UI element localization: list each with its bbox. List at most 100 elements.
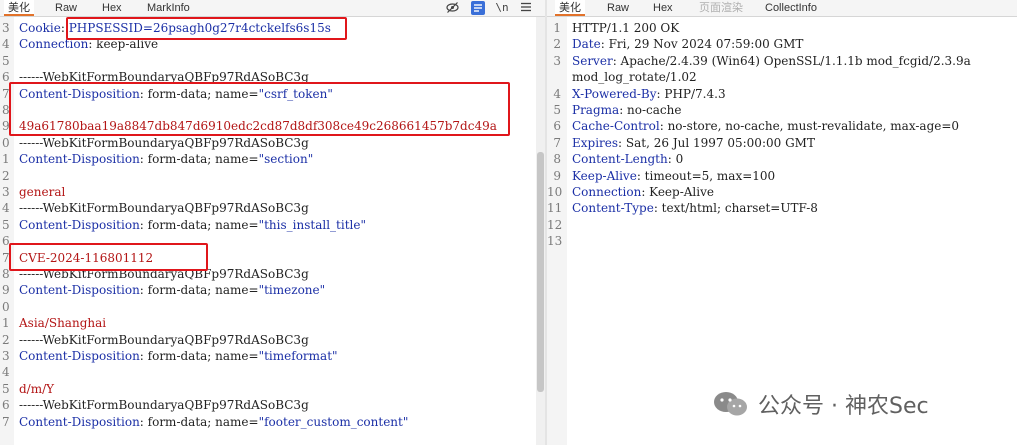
code-text: Content-Disposition: form-data; name="th… [19,217,366,232]
header-value: form-data; name= [147,349,259,363]
header-value: ------WebKitFormBoundaryaQBFp97RdASoBC3g [19,135,309,150]
tab-markinfo[interactable]: MarkInfo [147,0,190,16]
header-value: 0 [675,152,684,167]
line-number: 1 [553,21,561,35]
body-value: 49a61780baa19a8847db847d6910edc2cd87d8df… [19,119,497,134]
header-value: text/html; charset=UTF-8 [661,201,818,216]
header-key: Content-Disposition [19,283,140,298]
tab-beautify[interactable]: 美化 [4,0,34,16]
code-text: Content-Type: text/html; charset=UTF-8 [572,201,818,216]
line-number: 5 [553,103,561,117]
line-number: 0 [2,299,10,314]
code-line: 2 [0,168,545,184]
hamburger-menu-icon[interactable] [519,1,533,15]
header-key: Server [572,53,613,68]
header-value: Apache/2.4.39 (Win64) OpenSSL/1.1.1b mod… [620,53,971,68]
line-number: 3 [2,349,10,363]
line-list-icon[interactable] [471,1,485,15]
header-value: form-data; name= [147,283,259,298]
code-line: 9 49a61780baa19a8847db847d6910edc2cd87d8d… [0,118,545,134]
line-number: 0 [2,135,10,150]
field-name: "section" [258,152,314,167]
header-value: PHPSESSID=26psagh0g27r4ctckelfs6s15s [68,21,331,35]
line-number: 8 [553,152,561,167]
code-line: 3 Content-Disposition: form-data; name="t… [0,348,545,364]
code-text: ------WebKitFormBoundaryaQBFp97RdASoBC3g [19,266,309,282]
code-line: 4 ------WebKitFormBoundaryaQBFp97RdASoBC3… [0,200,545,216]
code-line: 3 general [0,184,545,200]
code-text: ------WebKitFormBoundaryaQBFp97RdASoBC3g [19,332,309,348]
line-number: 8 [2,267,10,281]
tab-raw[interactable]: Raw [55,0,77,16]
request-scrollbar[interactable] [536,17,545,445]
code-text: ------WebKitFormBoundaryaQBFp97RdASoBC3g [19,69,309,85]
tab-hex[interactable]: Hex [102,0,122,16]
line-number: 6 [2,70,10,85]
code-line: 0 ------WebKitFormBoundaryaQBFp97RdASoBC3… [0,135,545,151]
line-number: 6 [2,398,10,413]
header-value: no-store, no-cache, must-revalidate, max… [667,119,960,134]
line-number: 12 [547,217,563,232]
line-number: 3 [2,21,10,35]
scroll-thumb[interactable] [537,152,544,392]
line-number: 9 [2,119,10,134]
code-line: 1 Content-Disposition: form-data; name="s… [0,151,545,167]
code-line: 8 [0,102,545,118]
header-value: PHP/7.4.3 [664,86,726,101]
line-number: 4 [553,86,561,101]
code-line: 2 ------WebKitFormBoundaryaQBFp97RdASoBC3… [0,332,545,348]
code-text: Cache-Control: no-store, no-cache, must-… [572,119,960,134]
line-number: 13 [547,234,563,249]
code-text: Keep-Alive: timeout=5, max=100 [572,168,776,183]
code-text: Server: Apache/2.4.39 (Win64) OpenSSL/1.… [572,53,971,68]
code-line: 6 ------WebKitFormBoundaryaQBFp97RdASoBC3… [0,69,545,85]
tab-raw[interactable]: Raw [607,0,629,16]
request-editor[interactable]: 3 Cookie: PHPSESSID=26psagh0g27r4ctckelfs… [0,17,545,445]
header-key: Content-Type [572,201,654,216]
line-number: 6 [553,119,561,134]
request-pane: 美化 Raw Hex MarkInfo \n 3 Cookie: PHPSESSI… [0,0,545,445]
line-number: 2 [2,168,10,183]
response-editor[interactable]: 1 HTTP/1.1 200 OK 2 Date: Fri, 29 Nov 2024 … [547,17,1017,445]
code-line: 1 HTTP/1.1 200 OK [547,20,1017,36]
field-name: "timezone" [258,283,326,298]
code-line: 11 Content-Type: text/html; charset=UTF-8 [547,200,1017,216]
tab-beautify[interactable]: 美化 [555,0,585,16]
header-value: form-data; name= [147,86,259,101]
line-number: 4 [2,37,10,52]
eye-slash-icon[interactable] [445,1,459,15]
header-value: ------WebKitFormBoundaryaQBFp97RdASoBC3g [19,267,309,281]
code-line: 4 [0,364,545,380]
header-value: timeout=5, max=100 [644,168,776,183]
line-number: 9 [2,283,10,298]
code-text: Expires: Sat, 26 Jul 1997 05:00:00 GMT [572,135,815,150]
field-name: "csrf_token" [258,86,333,101]
code-line: 7 CVE-2024-116801112 [0,250,545,266]
header-key: Content-Disposition [19,86,140,101]
tab-page-render[interactable]: 页面渲染 [699,0,743,16]
code-line: 7 Expires: Sat, 26 Jul 1997 05:00:00 GMT [547,135,1017,151]
body-value: CVE-2024-116801112 [19,250,154,265]
header-value: Fri, 29 Nov 2024 07:59:00 GMT [608,37,804,52]
watermark: 公众号 · 神农Sec [712,386,929,422]
line-number: 2 [2,332,10,347]
line-number: 11 [547,201,563,216]
header-value: form-data; name= [147,414,259,429]
code-text: Pragma: no-cache [572,103,682,117]
code-line: 6 Cache-Control: no-store, no-cache, must… [547,118,1017,134]
code-line: 7 Content-Disposition: form-data; name="f… [0,414,545,430]
tab-collectinfo[interactable]: CollectInfo [765,0,817,16]
tab-hex[interactable]: Hex [653,0,673,16]
header-key: Date [572,37,601,52]
line-number: 5 [2,381,10,396]
field-name: "this_install_title" [258,217,366,232]
header-value: form-data; name= [147,152,259,167]
header-value: Sat, 26 Jul 1997 05:00:00 GMT [625,135,815,150]
header-key: Cookie [19,21,61,35]
code-line: 3 Server: Apache/2.4.39 (Win64) OpenSSL/1… [547,53,1017,69]
code-line: 9 Content-Disposition: form-data; name="t… [0,282,545,298]
line-number: 7 [2,86,10,101]
code-text: X-Powered-By: PHP/7.4.3 [572,86,726,101]
line-number: 2 [553,37,561,52]
newline-toggle[interactable]: \n [495,1,509,15]
